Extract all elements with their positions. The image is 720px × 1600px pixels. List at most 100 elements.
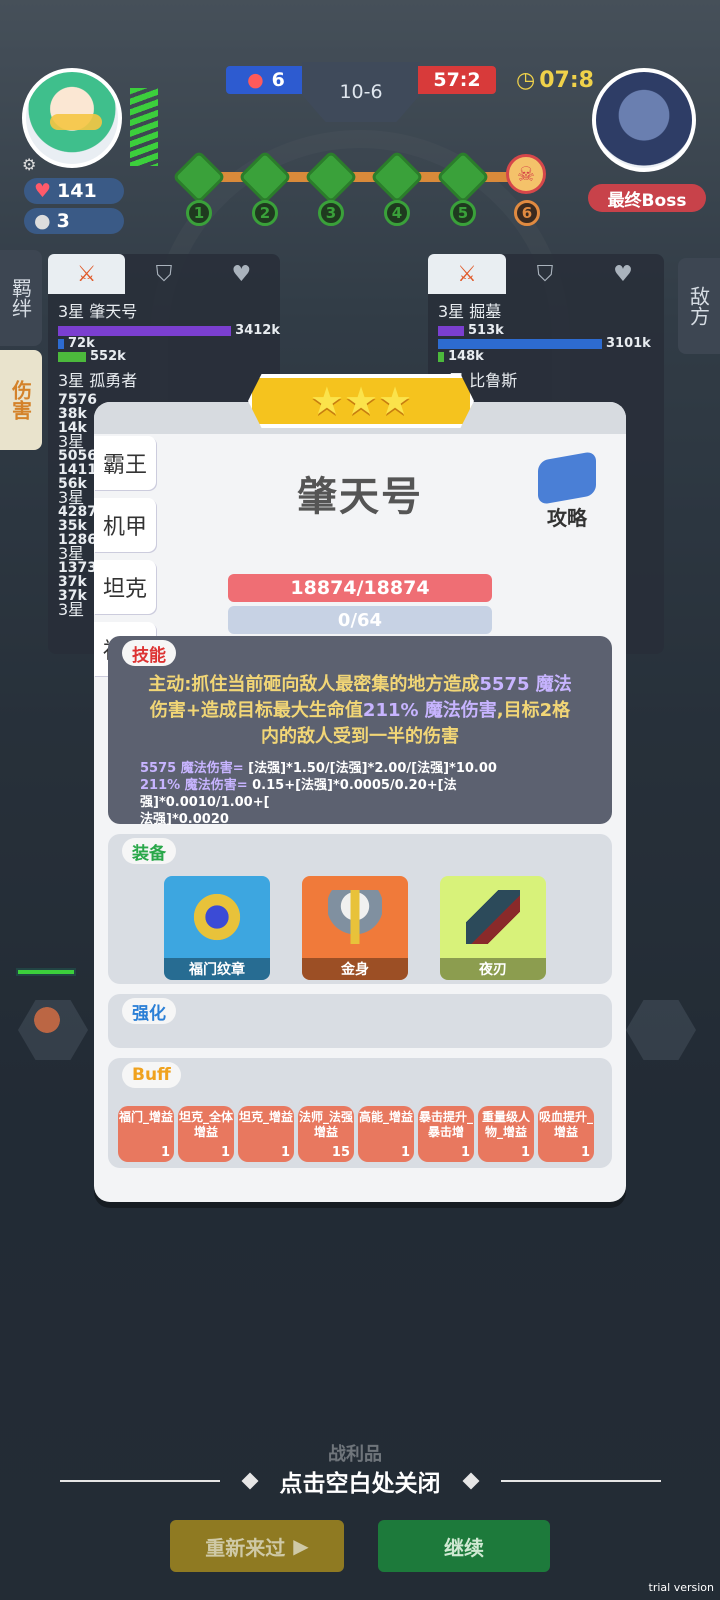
- buff-count: 15: [331, 1145, 350, 1160]
- buff-item[interactable]: 福门_增益 1: [118, 1106, 174, 1162]
- skill-description: 主动:抓住当前砸向敌人最密集的地方造成5575 魔法 伤害+造成目标最大生命值2…: [128, 672, 592, 750]
- boss-stage-icon: ☠: [506, 154, 546, 194]
- damage-row-name: 3星 掘墓: [438, 302, 502, 321]
- battle-unit[interactable]: [24, 998, 70, 1042]
- shield-icon[interactable]: ⛉: [506, 254, 584, 294]
- close-hint-text: 点击空白处关闭: [279, 1471, 441, 1497]
- buff-count: 1: [160, 1145, 170, 1160]
- skill-text: ,目标2格: [496, 700, 571, 721]
- buff-name: 法师_法强增益: [298, 1110, 353, 1139]
- buff-item[interactable]: 吸血提升_增益 1: [538, 1106, 594, 1162]
- equipment-name: 夜刃: [440, 958, 546, 980]
- tab-enemy[interactable]: 敌方: [678, 258, 720, 354]
- damage-row-name: 3星 肇天号: [58, 302, 138, 321]
- sword-icon[interactable]: ⚔: [428, 254, 506, 294]
- retry-button[interactable]: 重新来过 ▶: [170, 1520, 344, 1572]
- skill-text: 主动:抓住当前砸向敌人最密集的地方造成: [148, 674, 480, 695]
- player-coin-value: 3: [56, 210, 70, 232]
- hero-mana-value: 0/64: [337, 609, 383, 631]
- sword-icon[interactable]: ⚔: [48, 254, 126, 294]
- formula-text: 法强]*0.0020: [140, 812, 229, 827]
- heart-icon[interactable]: ♥: [584, 254, 662, 294]
- stage-number: 1: [186, 200, 212, 226]
- damage-bar-line: 148k: [428, 349, 664, 364]
- stage-number: 6: [514, 200, 540, 226]
- buff-item[interactable]: 法师_法强增益 15: [298, 1106, 354, 1162]
- timer-value: 07:8: [539, 68, 594, 93]
- blue-score-value: 6: [271, 69, 285, 91]
- damage-row-name: 3星 孤勇者: [58, 371, 138, 390]
- skill-section: 技能 主动:抓住当前砸向敌人最密集的地方造成5575 魔法 伤害+造成目标最大生…: [108, 636, 612, 827]
- buff-name: 重量级人物_增益: [481, 1110, 530, 1139]
- buff-item[interactable]: 坦克_增益 1: [238, 1106, 294, 1162]
- graduation-cap-icon: [538, 450, 596, 506]
- shield-icon[interactable]: ⛉: [125, 254, 202, 294]
- stage-number: 4: [384, 200, 410, 226]
- equipment-item[interactable]: 夜刃: [440, 876, 546, 980]
- buff-item[interactable]: 高能_增益 1: [358, 1106, 414, 1162]
- buff-name: 坦克_全体增益: [178, 1110, 233, 1139]
- stage-number: 3: [318, 200, 344, 226]
- damage-value: 3101k: [606, 336, 651, 351]
- spoils-label: 战利品: [328, 1444, 382, 1465]
- diamond-icon: [241, 1472, 258, 1490]
- blue-score: ● 6: [226, 66, 306, 94]
- damage-bar-line: 72k: [48, 336, 280, 351]
- buff-name: 高能_增益: [358, 1110, 413, 1124]
- player-coin-pill: ● 3: [24, 208, 124, 234]
- equipment-name: 金身: [302, 958, 408, 980]
- round-timer: ◷ 07:8: [516, 68, 594, 93]
- guide-button[interactable]: 攻略: [530, 450, 604, 530]
- divider-line: [500, 1480, 661, 1482]
- guide-label: 攻略: [547, 506, 587, 530]
- magic-damage-bar: [438, 325, 464, 336]
- damage-value: 148k: [448, 349, 484, 364]
- buff-item[interactable]: 暴击提升_暴击增 1: [418, 1106, 474, 1162]
- buff-item[interactable]: 重量级人物_增益 1: [478, 1106, 534, 1162]
- unit-hp-bar: [16, 968, 76, 976]
- skill-percent-value: 211% 魔法伤害: [362, 700, 497, 721]
- buff-count: 1: [280, 1145, 290, 1160]
- avatar-glasses: [50, 114, 102, 130]
- tab-damage[interactable]: 伤害: [0, 350, 42, 450]
- golden-staff-icon: [328, 890, 382, 944]
- emblem-icon: [190, 890, 244, 944]
- true-damage-bar: [438, 351, 444, 362]
- physical-damage-bar: [58, 338, 64, 349]
- player-hp-stripes: [130, 88, 158, 166]
- skill-damage-value: 5575 魔法: [479, 674, 572, 695]
- coin-icon: ●: [34, 210, 51, 232]
- star-rating-ribbon: ★★★: [248, 374, 474, 428]
- left-side-tabs: 羁绊 伤害: [0, 250, 42, 450]
- player-hp-value: 141: [57, 180, 97, 202]
- retry-label: 重新来过: [205, 1535, 286, 1560]
- heart-icon: ♥: [34, 180, 52, 202]
- red-score: 57:2: [418, 66, 496, 94]
- buff-list: 福门_增益 1 坦克_全体增益 1 坦克_增益 1 法师_法强增益 15 高能_增益 1 …: [118, 1106, 594, 1162]
- buff-item[interactable]: 坦克_全体增益 1: [178, 1106, 234, 1162]
- buff-name: 福门_增益: [118, 1110, 173, 1124]
- hero-mana-bar: 0/64: [228, 606, 492, 634]
- category-tag[interactable]: 坦克: [94, 560, 156, 614]
- close-hint[interactable]: 点击空白处关闭: [0, 1466, 720, 1497]
- hero-hp-bar: 18874/18874: [228, 574, 492, 602]
- player-avatar[interactable]: [22, 68, 122, 168]
- gear-icon[interactable]: ⚙: [22, 155, 36, 174]
- formula-label: 5575 魔法伤害=: [140, 761, 244, 776]
- equipment-item[interactable]: 福门纹章: [164, 876, 270, 980]
- skill-formula: 5575 魔法伤害= [法强]*1.50/[法强]*2.00/[法强]*10.0…: [140, 760, 580, 828]
- buff-name: 暴击提升_暴击增: [418, 1110, 473, 1139]
- round-label: 10-6: [339, 81, 383, 103]
- hero-detail-modal: 霸王 机甲 坦克 福门 肇天号 攻略 18874/18874 0/64 技能 主…: [94, 402, 626, 1202]
- boss-label: 最终Boss: [588, 184, 706, 212]
- buff-label: Buff: [122, 1062, 181, 1088]
- damage-value: 3412k: [235, 323, 280, 338]
- continue-button[interactable]: 继续: [378, 1520, 550, 1572]
- damage-tabs: ⚔ ⛉ ♥: [48, 254, 280, 294]
- buff-section: Buff 福门_增益 1 坦克_全体增益 1 坦克_增益 1 法师_法强增益 15 高能…: [108, 1058, 612, 1168]
- equipment-item[interactable]: 金身: [302, 876, 408, 980]
- boss-avatar[interactable]: [592, 68, 696, 172]
- heart-icon[interactable]: ♥: [203, 254, 280, 294]
- tab-bond[interactable]: 羁绊: [0, 250, 42, 346]
- hero-hp-value: 18874/18874: [290, 577, 430, 599]
